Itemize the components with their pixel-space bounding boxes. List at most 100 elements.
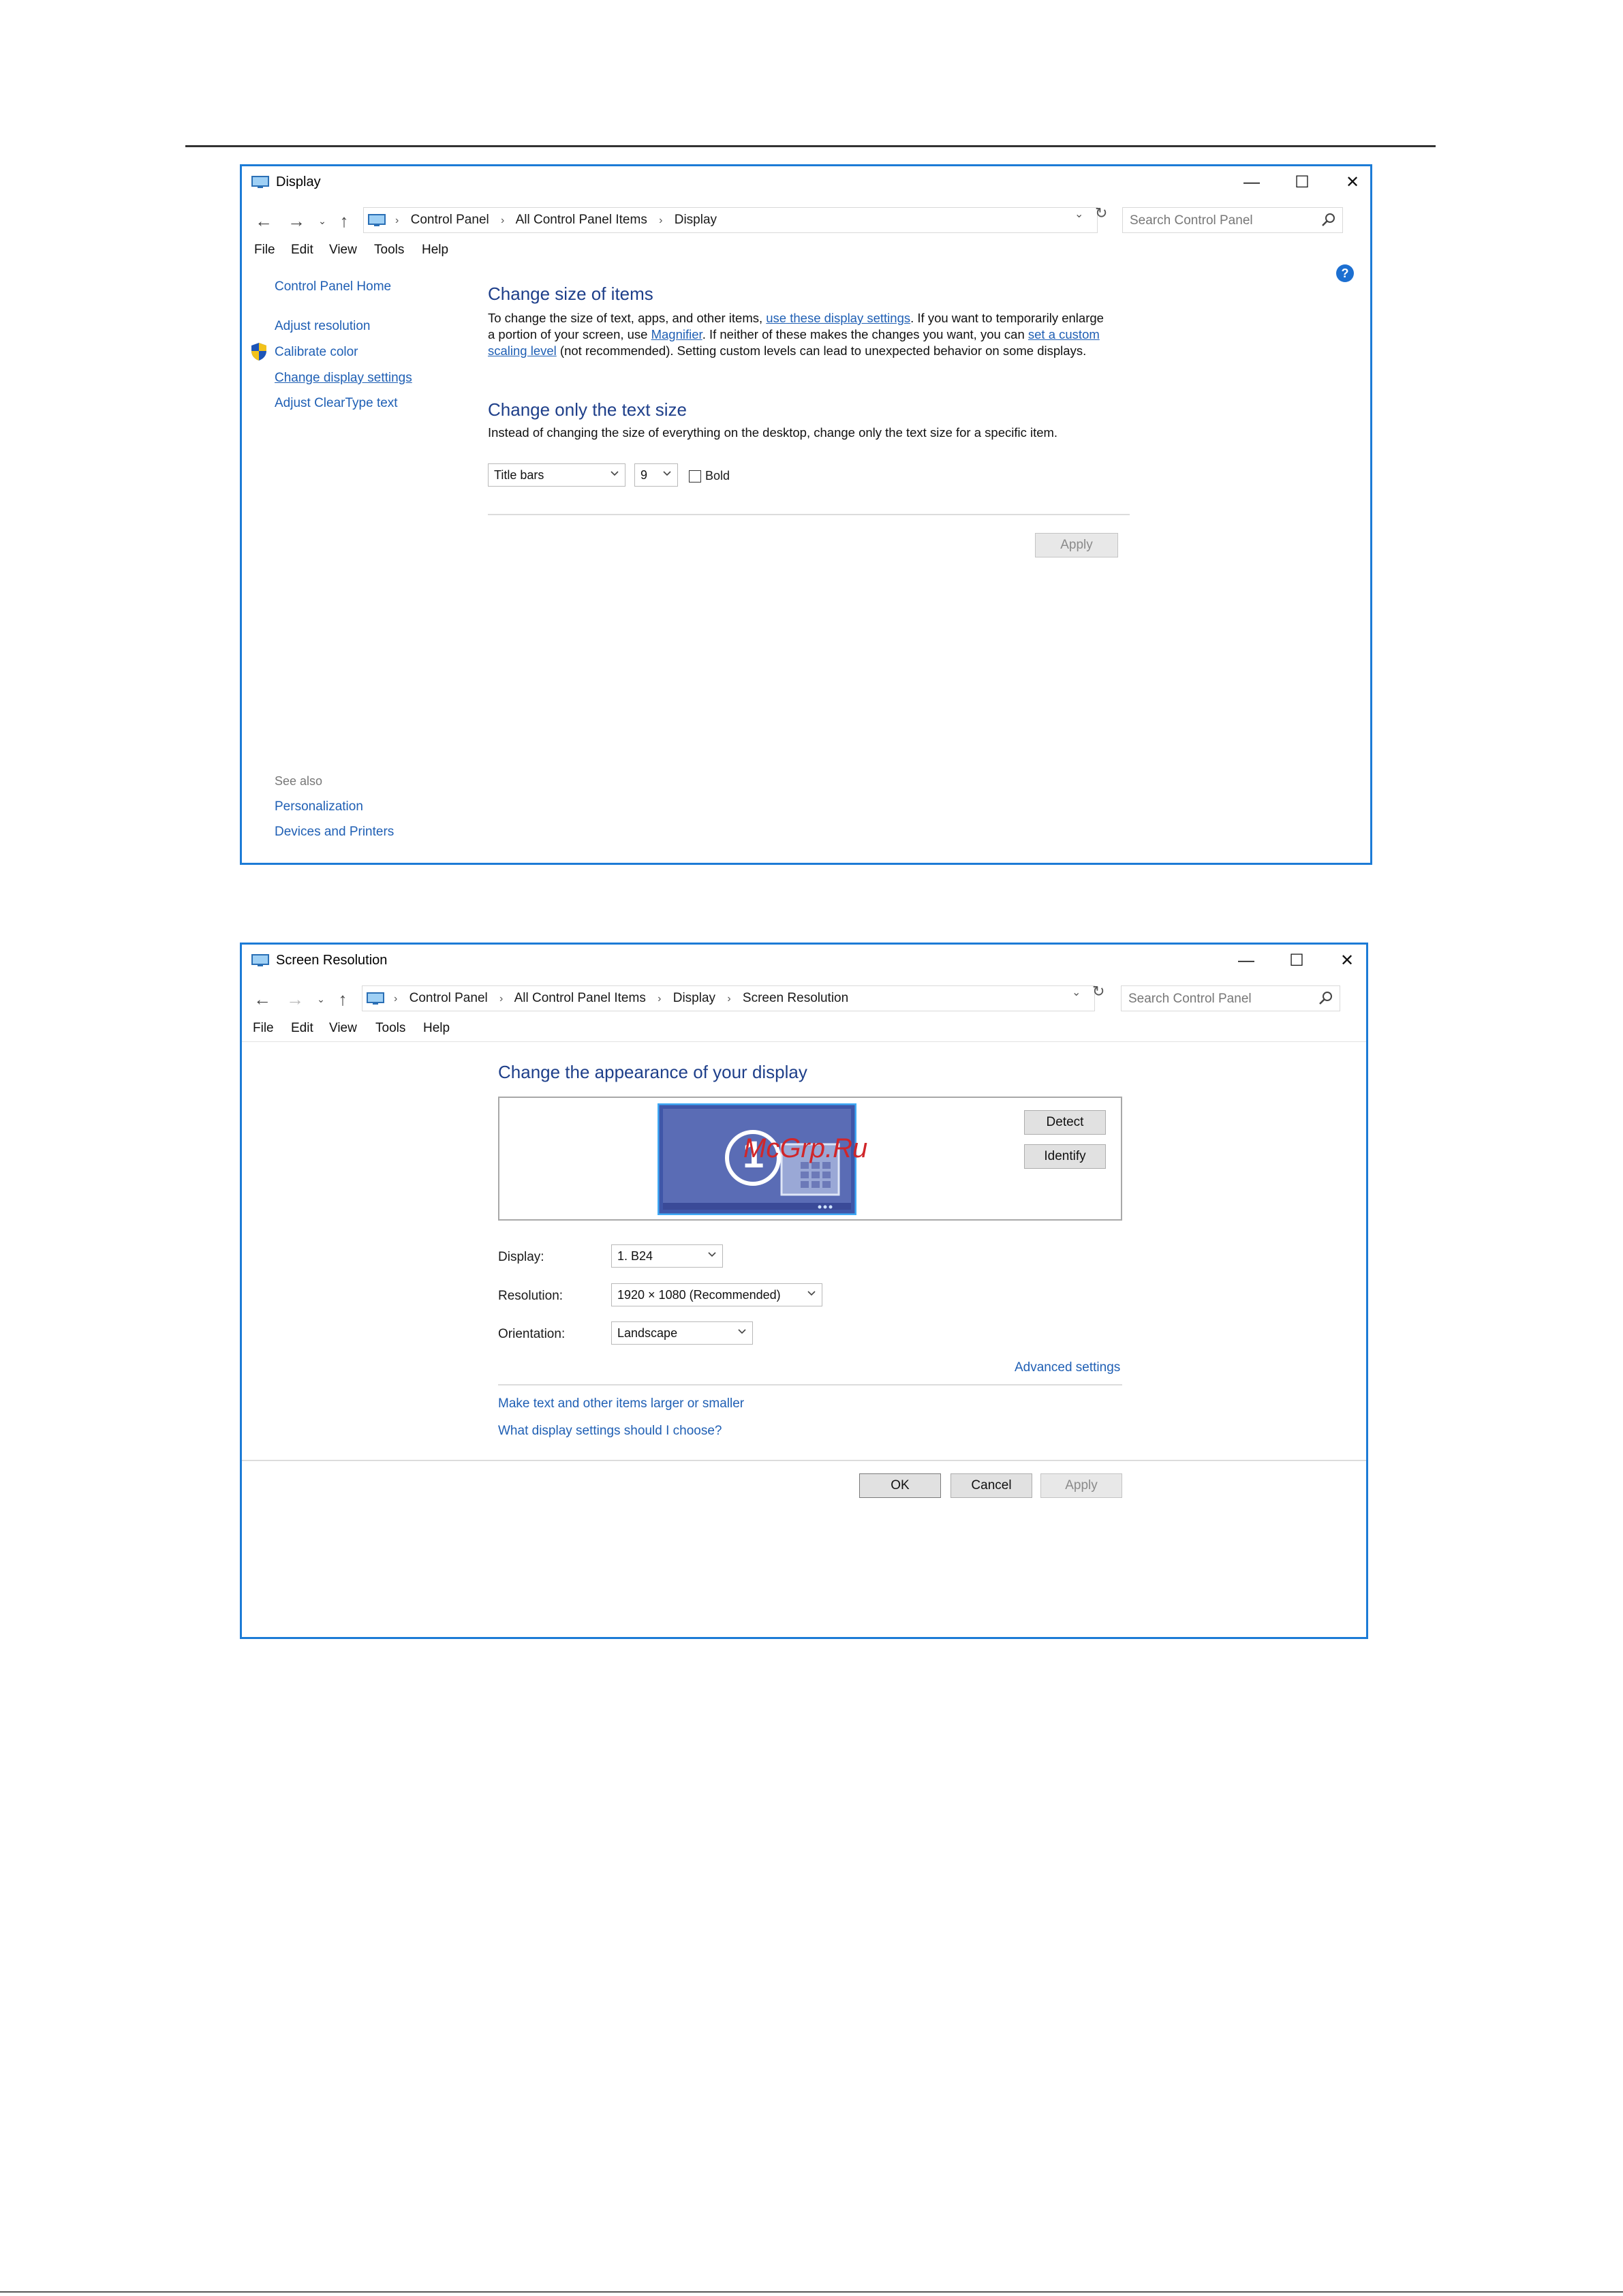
- menu-view[interactable]: View: [329, 1021, 357, 1036]
- see-also-devices-and-printers[interactable]: Devices and Printers: [275, 825, 394, 840]
- sidebar-item-adjust-resolution[interactable]: Adjust resolution: [275, 319, 370, 334]
- back-arrow-icon[interactable]: ←: [250, 985, 275, 1013]
- search-icon[interactable]: [1320, 211, 1337, 228]
- detect-button[interactable]: Detect: [1024, 1110, 1106, 1135]
- text-size-select[interactable]: 9: [634, 463, 678, 487]
- see-also-label: See also: [275, 774, 323, 788]
- breadcrumb-control-panel[interactable]: Control Panel: [411, 213, 489, 227]
- address-bar[interactable]: › Control Panel › All Control Panel Item…: [362, 985, 1095, 1011]
- recent-dropdown-icon[interactable]: ⌄: [309, 985, 333, 1013]
- search-box[interactable]: Search Control Panel: [1121, 985, 1340, 1011]
- breadcrumb-chevron-icon: ›: [658, 993, 662, 1005]
- menu-file[interactable]: File: [253, 1021, 274, 1036]
- magnifier-link[interactable]: Magnifier: [651, 327, 702, 341]
- svg-text:?: ?: [1342, 266, 1349, 280]
- menu-tools[interactable]: Tools: [374, 243, 404, 258]
- breadcrumb-chevron-icon: ›: [501, 215, 505, 226]
- address-dropdown-icon[interactable]: ⌄: [1075, 207, 1083, 221]
- forward-arrow-icon[interactable]: →: [284, 207, 309, 234]
- up-arrow-icon[interactable]: ↑: [330, 985, 355, 1013]
- menu-help[interactable]: Help: [422, 243, 448, 258]
- breadcrumb-screen-resolution[interactable]: Screen Resolution: [743, 991, 848, 1005]
- forward-arrow-icon[interactable]: →: [283, 985, 307, 1013]
- change-size-description: To change the size of text, apps, and ot…: [488, 311, 1104, 358]
- breadcrumb: › Control Panel › All Control Panel Item…: [395, 213, 717, 228]
- sidebar-item-change-display-settings[interactable]: Change display settings: [275, 371, 412, 386]
- maximize-button[interactable]: ☐: [1276, 947, 1317, 975]
- identify-button[interactable]: Identify: [1024, 1144, 1106, 1169]
- section-heading-text-size: Change only the text size: [488, 399, 687, 420]
- section-heading-change-size: Change size of items: [488, 284, 653, 304]
- help-icon[interactable]: ?: [1335, 263, 1355, 284]
- menu-bar: File Edit View Tools Help: [242, 1017, 1366, 1042]
- chevron-down-icon: [610, 471, 619, 476]
- menu-view[interactable]: View: [329, 243, 357, 258]
- orientation-label: Orientation:: [498, 1327, 566, 1341]
- close-button[interactable]: ✕: [1327, 947, 1367, 975]
- up-arrow-icon[interactable]: ↑: [332, 207, 356, 234]
- title-bar: Display — ☐ ✕: [242, 166, 1370, 200]
- menu-edit[interactable]: Edit: [291, 1021, 313, 1036]
- search-icon[interactable]: [1318, 990, 1334, 1006]
- display-select[interactable]: 1. B24: [611, 1244, 723, 1268]
- resolution-select[interactable]: 1920 × 1080 (Recommended): [611, 1283, 822, 1306]
- search-input[interactable]: Search Control Panel: [1130, 213, 1253, 228]
- close-button[interactable]: ✕: [1332, 169, 1373, 196]
- breadcrumb-chevron-icon: ›: [394, 993, 398, 1005]
- menu-file[interactable]: File: [254, 243, 275, 258]
- maximize-button[interactable]: ☐: [1282, 169, 1323, 196]
- chevron-down-icon: [708, 1252, 716, 1257]
- advanced-settings-link[interactable]: Advanced settings: [1015, 1360, 1120, 1375]
- breadcrumb-all-items[interactable]: All Control Panel Items: [516, 213, 647, 227]
- watermark: McGrp.Ru: [743, 1133, 868, 1163]
- breadcrumb-display[interactable]: Display: [675, 213, 717, 227]
- minimize-button[interactable]: —: [1231, 169, 1272, 196]
- divider: [498, 1384, 1122, 1386]
- sidebar-item-calibrate-color[interactable]: Calibrate color: [275, 345, 358, 360]
- recent-dropdown-icon[interactable]: ⌄: [310, 207, 335, 234]
- menu-edit[interactable]: Edit: [291, 243, 313, 258]
- breadcrumb-all-items[interactable]: All Control Panel Items: [514, 991, 646, 1005]
- shield-icon: [251, 343, 266, 361]
- sidebar-item-adjust-cleartype[interactable]: Adjust ClearType text: [275, 396, 398, 411]
- menu-help[interactable]: Help: [423, 1021, 450, 1036]
- custom-scaling-link[interactable]: set a custom: [1028, 327, 1100, 341]
- see-also-personalization[interactable]: Personalization: [275, 799, 363, 814]
- ok-button[interactable]: OK: [859, 1473, 941, 1498]
- refresh-icon[interactable]: ↻: [1095, 204, 1107, 222]
- title-bar: Screen Resolution — ☐ ✕: [242, 945, 1366, 979]
- breadcrumb-control-panel[interactable]: Control Panel: [409, 991, 488, 1005]
- page-title: Change the appearance of your display: [498, 1062, 807, 1082]
- search-box[interactable]: Search Control Panel: [1122, 207, 1343, 233]
- orientation-select[interactable]: Landscape: [611, 1321, 753, 1345]
- address-dropdown-icon[interactable]: ⌄: [1072, 985, 1081, 999]
- refresh-icon[interactable]: ↻: [1092, 983, 1104, 1000]
- minimize-button[interactable]: —: [1226, 947, 1267, 975]
- bold-label: Bold: [705, 469, 730, 483]
- make-text-larger-link[interactable]: Make text and other items larger or smal…: [498, 1396, 744, 1411]
- custom-scaling-link[interactable]: scaling level: [488, 343, 557, 358]
- page-bottom-rule: [0, 2291, 1623, 2293]
- sidebar-control-panel-home[interactable]: Control Panel Home: [275, 279, 391, 294]
- apply-button[interactable]: Apply: [1035, 533, 1118, 557]
- address-bar[interactable]: › Control Panel › All Control Panel Item…: [363, 207, 1098, 233]
- use-display-settings-link[interactable]: use these display settings: [766, 311, 910, 325]
- back-arrow-icon[interactable]: ←: [251, 207, 276, 234]
- display-icon: [251, 176, 269, 188]
- text-size-description: Instead of changing the size of everythi…: [488, 425, 1058, 440]
- divider: [488, 514, 1130, 515]
- display-window: Display — ☐ ✕ ← → ⌄ ↑ › Control Panel › …: [240, 164, 1372, 865]
- apply-button[interactable]: Apply: [1040, 1473, 1122, 1498]
- search-input[interactable]: Search Control Panel: [1128, 992, 1252, 1007]
- footer-divider: [242, 1460, 1366, 1461]
- menu-bar: File Edit View Tools Help: [242, 239, 1370, 263]
- breadcrumb-chevron-icon: ›: [727, 993, 731, 1005]
- breadcrumb-chevron-icon: ›: [395, 215, 399, 226]
- menu-tools[interactable]: Tools: [375, 1021, 405, 1036]
- breadcrumb-display[interactable]: Display: [673, 991, 715, 1005]
- cancel-button[interactable]: Cancel: [950, 1473, 1032, 1498]
- display-settings-help-link[interactable]: What display settings should I choose?: [498, 1424, 722, 1439]
- text-item-select[interactable]: Title bars: [488, 463, 625, 487]
- window-title: Screen Resolution: [276, 953, 388, 968]
- bold-checkbox[interactable]: [689, 470, 701, 483]
